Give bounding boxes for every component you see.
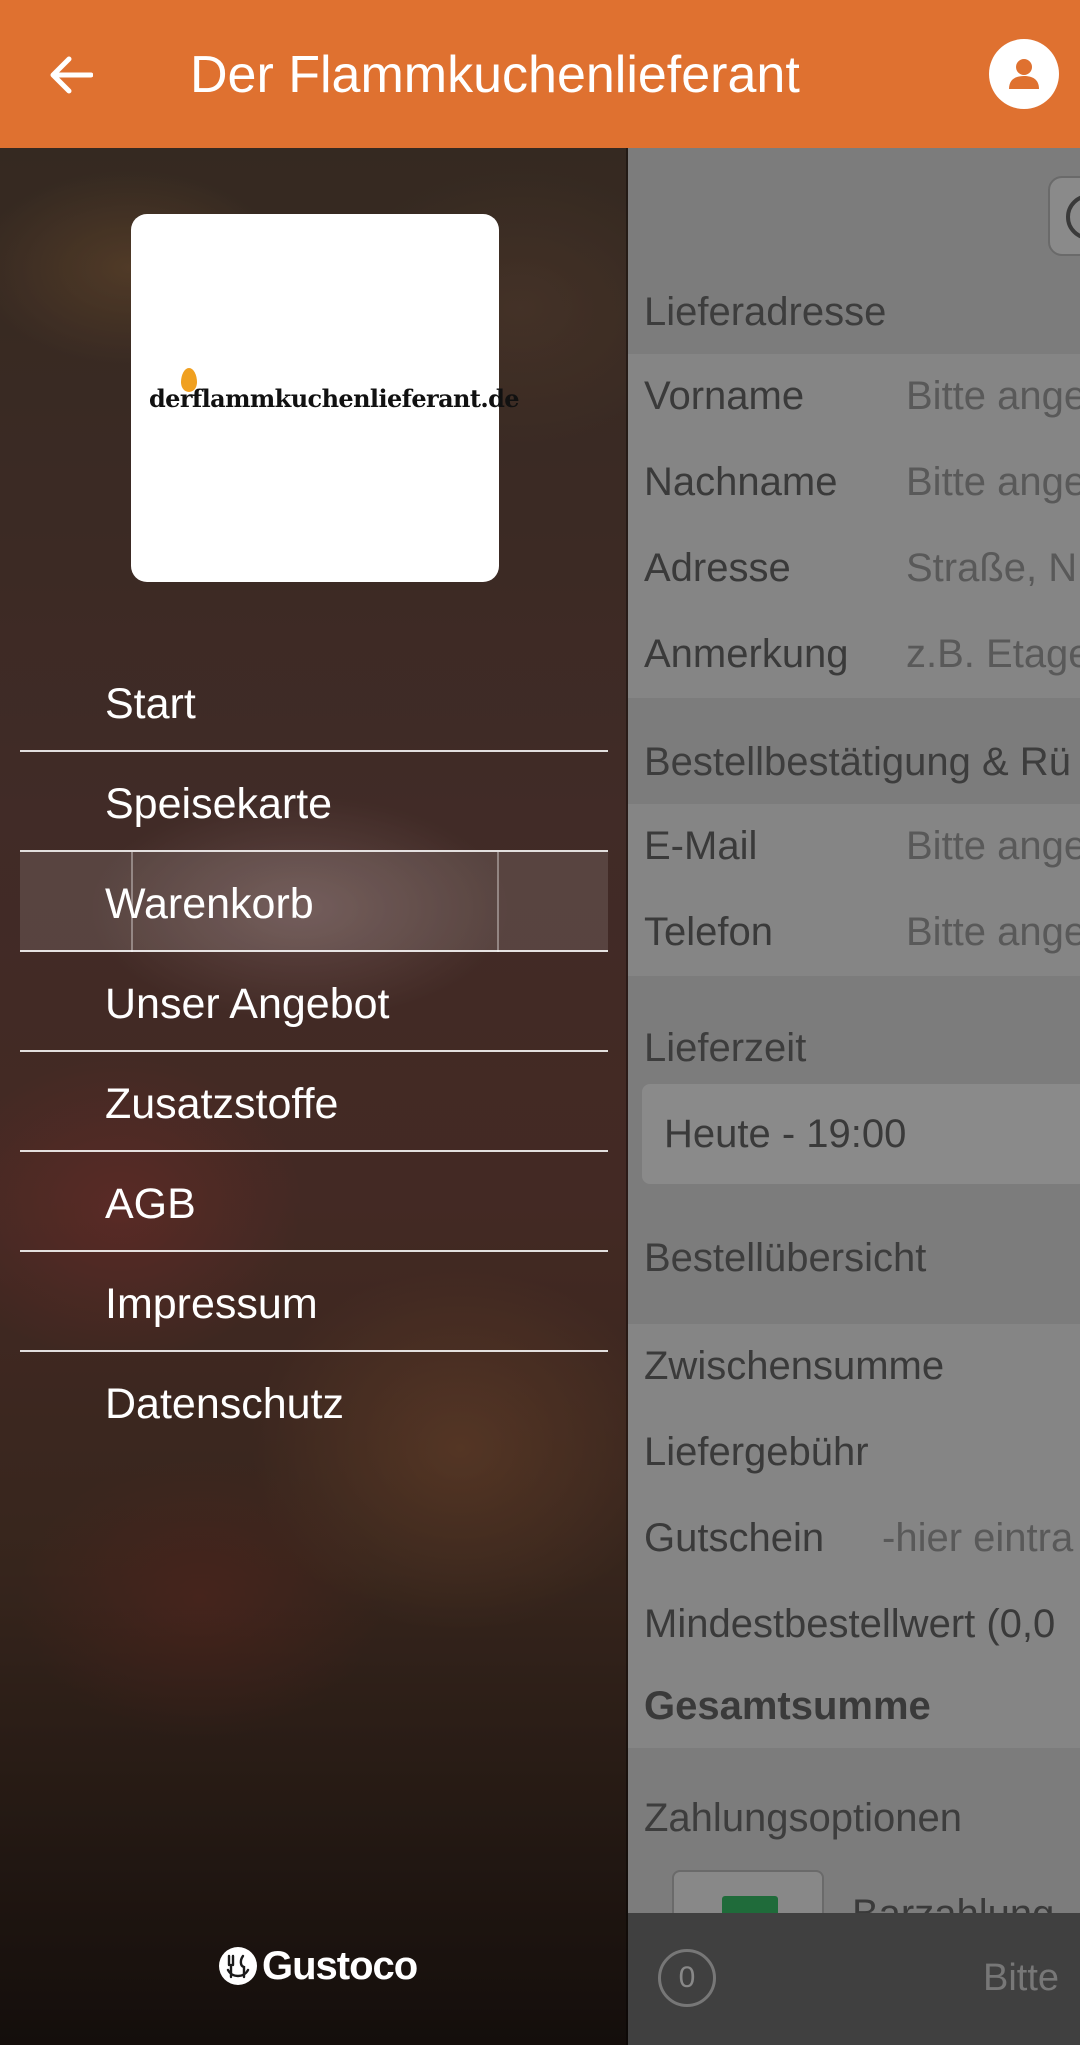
voucher-row[interactable]: Gutschein -hier eintra (628, 1496, 1080, 1582)
drawer-edge (626, 148, 628, 2045)
app-bar: Der Flammkuchenlieferant (0, 0, 1080, 148)
menu-item-zusatzstoffe[interactable]: Zusatzstoffe (20, 1052, 608, 1152)
lastname-field[interactable]: Nachname Bitte ange (628, 440, 1080, 526)
info-button[interactable] (1048, 176, 1080, 256)
gustoco-logo: Gustoco (218, 1943, 418, 1989)
menu-item-label: AGB (105, 1180, 196, 1228)
email-label: E-Mail (644, 824, 758, 868)
section-title: Lieferzeit (644, 1026, 807, 1070)
restaurant-logo: derflammkuchenlieferant.de (131, 214, 520, 582)
cart-count-badge: 0 (658, 1949, 716, 2007)
menu-item-label: Zusatzstoffe (105, 1080, 339, 1128)
section-title: Lieferadresse (644, 290, 887, 334)
section-delivery-address: Lieferadresse (628, 290, 1080, 350)
lastname-label: Nachname (644, 460, 838, 504)
back-button[interactable] (36, 40, 106, 110)
delivery-time-select[interactable]: Heute - 19:00 (642, 1084, 1080, 1184)
section-title: Zahlungsoptionen (644, 1796, 963, 1840)
section-summary: Bestellübersicht (628, 1228, 1080, 1294)
menu-item-label: Unser Angebot (105, 980, 390, 1028)
delivery-fee-row: Liefergebühr (628, 1410, 1080, 1496)
delivery-fee-label: Liefergebühr (644, 1430, 869, 1474)
menu-item-label: Speisekarte (105, 780, 333, 828)
delivery-time-value: Heute - 19:00 (664, 1112, 907, 1156)
user-icon (1009, 59, 1039, 89)
phone-label: Telefon (644, 910, 773, 954)
firstname-input[interactable]: Bitte ange (906, 374, 1080, 419)
user-button[interactable] (989, 39, 1059, 109)
checkout-content: Lieferadresse Vorname Bitte ange Nachnam… (628, 148, 1080, 2045)
navigation-drawer: derflammkuchenlieferant.de Start Speisek… (0, 148, 628, 2045)
arrow-left-icon (50, 56, 93, 94)
menu-item-start[interactable]: Start (20, 652, 608, 752)
menu-item-impressum[interactable]: Impressum (20, 1252, 608, 1352)
cart-bar-hint: Bitte (983, 1957, 1060, 1999)
menu-item-label: Datenschutz (105, 1380, 345, 1428)
section-title: Bestellübersicht (644, 1236, 927, 1280)
menu-item-datenschutz[interactable]: Datenschutz (20, 1352, 608, 1452)
total-row: Gesamtsumme (628, 1668, 1080, 1748)
email-field[interactable]: E-Mail Bitte ange (628, 804, 1080, 890)
logo-text: derflammkuchenlieferant.de (149, 384, 520, 413)
email-input[interactable]: Bitte ange (906, 824, 1080, 869)
subtotal-row: Zwischensumme (628, 1324, 1080, 1410)
section-delivery-time: Lieferzeit (628, 1018, 1080, 1084)
menu-item-agb[interactable]: AGB (20, 1152, 608, 1252)
firstname-label: Vorname (644, 374, 805, 418)
page-title: Der Flammkuchenlieferant (190, 46, 800, 104)
address-field[interactable]: Adresse Straße, N (628, 526, 1080, 612)
lastname-input[interactable]: Bitte ange (906, 460, 1080, 505)
phone-field[interactable]: Telefon Bitte ange (628, 890, 1080, 976)
phone-input[interactable]: Bitte ange (906, 910, 1080, 955)
menu-item-label: Impressum (105, 1280, 318, 1328)
address-input[interactable]: Straße, N (906, 546, 1077, 591)
voucher-input[interactable]: -hier eintra (882, 1516, 1073, 1561)
total-label: Gesamtsumme (644, 1684, 931, 1728)
gustoco-brand-text: Gustoco (262, 1943, 418, 1988)
menu-item-label: Warenkorb (105, 880, 314, 928)
cart-bottom-bar[interactable]: 0 Bitte (628, 1913, 1080, 2045)
menu-item-speisekarte[interactable]: Speisekarte (20, 752, 608, 852)
voucher-label: Gutschein (644, 1516, 825, 1560)
info-icon (1066, 194, 1080, 240)
note-label: Anmerkung (644, 632, 849, 676)
section-payment: Zahlungsoptionen (628, 1788, 1080, 1854)
subtotal-label: Zwischensumme (644, 1344, 945, 1388)
note-field[interactable]: Anmerkung z.B. Etage (628, 612, 1080, 698)
address-label: Adresse (644, 546, 791, 590)
gustoco-mark-icon (219, 1947, 257, 1985)
min-order-row: Mindestbestellwert (0,0 (628, 1582, 1080, 1668)
min-order-label: Mindestbestellwert (0,0 (644, 1602, 1056, 1646)
menu-item-label: Start (105, 680, 196, 728)
section-title: Bestellbestätigung & Rü (644, 740, 1071, 784)
section-confirmation: Bestellbestätigung & Rü (628, 740, 1080, 806)
menu-item-warenkorb[interactable]: Warenkorb (20, 852, 608, 952)
firstname-field[interactable]: Vorname Bitte ange (628, 354, 1080, 440)
menu-item-unser-angebot[interactable]: Unser Angebot (20, 952, 608, 1052)
drawer-menu: Start Speisekarte Warenkorb Unser Angebo… (20, 652, 608, 1452)
note-input[interactable]: z.B. Etage (906, 632, 1080, 677)
